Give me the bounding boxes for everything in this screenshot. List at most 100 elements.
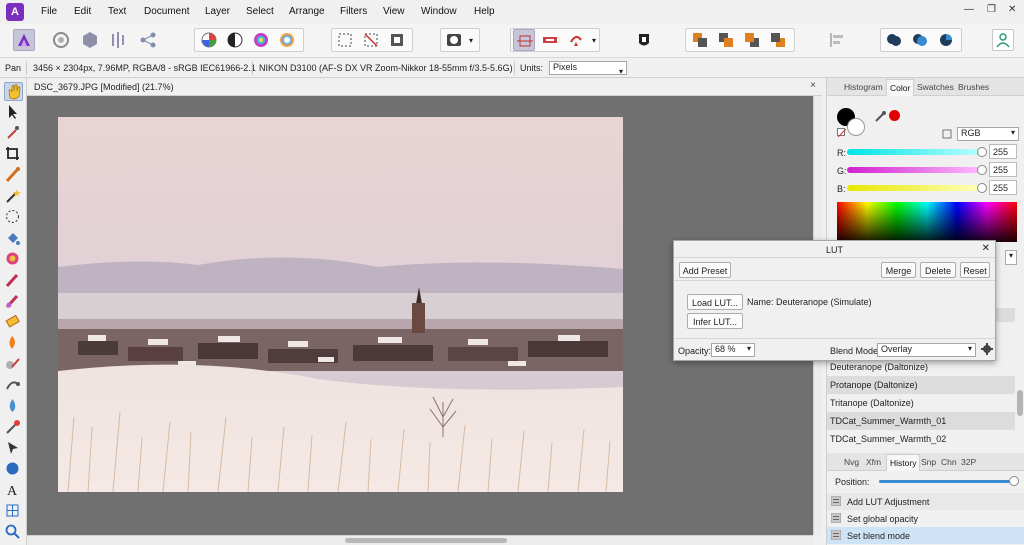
dodge-tool-icon[interactable] [4, 334, 23, 353]
g-slider[interactable] [847, 167, 985, 173]
color-spectrum[interactable] [837, 202, 1017, 242]
tab-snapshots[interactable]: Snp [921, 457, 936, 467]
tab-channels[interactable]: Chn [941, 457, 957, 467]
black-white-icon[interactable] [224, 29, 246, 51]
r-value-field[interactable]: 255 [989, 144, 1017, 159]
deselect-icon[interactable] [360, 29, 382, 51]
erase-brush-tool-icon[interactable] [4, 313, 23, 332]
b-slider-knob[interactable] [977, 183, 987, 193]
scroll-thumb[interactable] [345, 538, 507, 543]
marquee-tool-icon[interactable] [4, 208, 23, 227]
assistant-dropdown-icon[interactable]: ▾ [592, 36, 596, 45]
tab-navigator[interactable]: Nvg [844, 457, 859, 467]
menu-select[interactable]: Select [246, 6, 274, 17]
secondary-color-swatch[interactable] [847, 118, 865, 136]
blur-tool-icon[interactable] [4, 397, 23, 416]
reset-button[interactable]: Reset [960, 262, 990, 278]
position-slider-knob[interactable] [1009, 476, 1019, 486]
color-link-icon[interactable] [942, 129, 952, 141]
zoom-tool-icon[interactable] [4, 523, 23, 542]
history-item[interactable]: Set global opacity [827, 510, 1024, 527]
intersect-boolean-icon[interactable] [935, 29, 957, 51]
r-slider-knob[interactable] [977, 147, 987, 157]
tab-histogram[interactable]: Histogram [844, 82, 883, 92]
smudge-tool-icon[interactable] [4, 376, 23, 395]
quick-mask-icon[interactable] [443, 29, 465, 51]
tab-transform[interactable]: Xfm [866, 457, 881, 467]
add-boolean-icon[interactable] [883, 29, 905, 51]
menu-file[interactable]: File [41, 6, 57, 17]
b-slider[interactable] [847, 185, 985, 191]
move-to-front-icon[interactable] [767, 29, 789, 51]
lut-list-scroll-thumb[interactable] [1017, 390, 1023, 416]
blend-mode-select[interactable]: Overlay ▾ [877, 343, 976, 357]
export-persona-icon[interactable] [137, 29, 159, 51]
levels-icon[interactable] [198, 29, 220, 51]
history-item[interactable]: Add LUT Adjustment [827, 493, 1024, 510]
crop-tool-icon[interactable] [4, 145, 23, 164]
flood-select-tool-icon[interactable] [4, 187, 23, 206]
menu-arrange[interactable]: Arrange [289, 6, 325, 17]
load-lut-button[interactable]: Load LUT... [687, 294, 743, 310]
force-pixel-alignment-icon[interactable] [539, 29, 561, 51]
color-model-select[interactable]: RGB ▾ [957, 127, 1019, 141]
r-slider[interactable] [847, 149, 985, 155]
move-back-one-icon[interactable] [715, 29, 737, 51]
maximize-icon[interactable]: ❐ [987, 4, 996, 15]
lut-item-protanope-daltonize[interactable]: Protanope (Daltonize) [827, 376, 1015, 394]
g-value-field[interactable]: 255 [989, 162, 1017, 177]
menu-help[interactable]: Help [474, 6, 495, 17]
tab-swatches[interactable]: Swatches [917, 82, 954, 92]
select-all-icon[interactable] [334, 29, 356, 51]
liquify-persona-icon[interactable] [50, 29, 72, 51]
account-icon[interactable] [992, 29, 1014, 51]
tab-history[interactable]: History [886, 454, 921, 471]
menu-filters[interactable]: Filters [340, 6, 367, 17]
delete-button[interactable]: Delete [920, 262, 956, 278]
snapping-icon[interactable] [513, 29, 535, 51]
history-item-selected[interactable]: Set blend mode [827, 527, 1024, 544]
paint-brush-tool-icon[interactable] [4, 271, 23, 290]
lut-item-tdcat-summer-warmth-02[interactable]: TDCat_Summer_Warmth_02 [827, 430, 1015, 448]
move-to-back-icon[interactable] [689, 29, 711, 51]
close-dialog-icon[interactable]: ✕ [982, 243, 990, 254]
selection-brush-tool-icon[interactable] [4, 166, 23, 185]
g-slider-knob[interactable] [977, 165, 987, 175]
menu-document[interactable]: Document [144, 6, 190, 17]
subtract-boolean-icon[interactable] [909, 29, 931, 51]
eyedropper-icon[interactable] [875, 110, 887, 124]
merge-button[interactable]: Merge [881, 262, 916, 278]
gradient-tool-icon[interactable] [4, 250, 23, 269]
menu-layer[interactable]: Layer [205, 6, 230, 17]
tab-color[interactable]: Color [886, 79, 915, 96]
close-document-icon[interactable]: × [810, 80, 816, 91]
invert-selection-icon[interactable] [386, 29, 408, 51]
b-value-field[interactable]: 255 [989, 180, 1017, 195]
color-picker-tool-icon[interactable] [4, 124, 23, 143]
horizontal-scrollbar[interactable] [27, 535, 813, 545]
white-balance-icon[interactable] [276, 29, 298, 51]
position-slider[interactable] [879, 480, 1015, 483]
lut-item-tritanope-daltonize[interactable]: Tritanope (Daltonize) [827, 394, 1015, 412]
pen-tool-icon[interactable] [4, 439, 23, 458]
mesh-warp-tool-icon[interactable] [4, 502, 23, 521]
no-color-icon[interactable] [837, 128, 847, 138]
photo-persona-icon[interactable] [13, 29, 35, 51]
menu-edit[interactable]: Edit [74, 6, 91, 17]
alignment-icon[interactable] [826, 29, 848, 51]
clone-tool-icon[interactable] [4, 355, 23, 374]
red-eye-tool-icon[interactable] [4, 418, 23, 437]
menu-text[interactable]: Text [108, 6, 126, 17]
develop-persona-icon[interactable] [79, 29, 101, 51]
minimize-icon[interactable]: — [964, 4, 974, 15]
close-window-icon[interactable]: ✕ [1008, 4, 1016, 15]
flood-fill-tool-icon[interactable] [4, 229, 23, 248]
move-forward-one-icon[interactable] [741, 29, 763, 51]
gear-icon[interactable] [981, 343, 993, 357]
lut-item-tdcat-summer-warmth-01[interactable]: TDCat_Summer_Warmth_01 [827, 412, 1015, 430]
undo-assistant-icon[interactable] [565, 29, 587, 51]
pan-tool-icon[interactable] [4, 82, 23, 101]
move-tool-icon[interactable] [4, 103, 23, 122]
chevron-down-icon[interactable]: ▾ [1005, 250, 1017, 265]
opacity-field[interactable]: 68 % ▾ [711, 343, 755, 357]
